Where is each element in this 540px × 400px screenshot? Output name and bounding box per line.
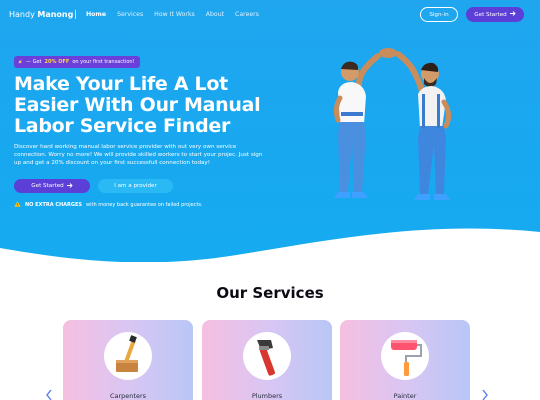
promo-prefix: — Get [26, 59, 42, 65]
carousel-prev-button[interactable] [44, 388, 54, 400]
nav-link-how-it-works[interactable]: How It Works [154, 11, 195, 18]
promo-badge: — Get 20% OFF on your first transaction! [14, 56, 140, 68]
hero-section: Handy Manong Home Services How It Works … [0, 0, 540, 262]
service-card-label: Carpenters [109, 392, 147, 400]
nav-links: Home Services How It Works About Careers [86, 11, 259, 18]
hammer-mallet-icon [116, 335, 138, 372]
brand-logo[interactable]: Handy Manong [9, 10, 73, 19]
top-navbar: Handy Manong Home Services How It Works … [0, 0, 540, 30]
hero-get-started-label: Get Started [31, 183, 64, 189]
guarantee-notice: NO EXTRA CHARGES with money back guarant… [14, 201, 203, 209]
carousel-next-button[interactable] [480, 388, 490, 400]
service-card-painter[interactable]: Painter [340, 320, 470, 400]
arrow-right-icon [66, 182, 73, 190]
nav-link-home[interactable]: Home [86, 11, 106, 18]
service-icon-circle [104, 332, 152, 380]
hero-wave-divider [0, 228, 540, 262]
warning-icon [14, 201, 21, 209]
workers-high-five-illustration [333, 48, 452, 200]
nav-get-started-button[interactable]: Get Started [466, 7, 524, 22]
party-icon [18, 59, 23, 66]
service-card-label: Painter [393, 392, 417, 400]
signin-label: Sign-in [429, 11, 449, 18]
service-card-carpenters[interactable]: Carpenters [63, 320, 193, 400]
service-card-plumbers[interactable]: Plumbers [202, 320, 332, 400]
service-icon-circle [243, 332, 291, 380]
hero-get-started-button[interactable]: Get Started [14, 179, 90, 193]
chevron-right-icon [482, 389, 488, 400]
signin-button[interactable]: Sign-in [420, 7, 458, 22]
arrow-right-icon [509, 11, 516, 18]
services-heading: Our Services [216, 284, 324, 302]
nav-divider [75, 10, 76, 19]
nav-link-careers[interactable]: Careers [235, 11, 259, 18]
logo-text-light: Handy [9, 10, 35, 19]
nav-link-services[interactable]: Services [117, 11, 143, 18]
chevron-left-icon [46, 389, 52, 400]
left-worker-figure [333, 53, 381, 198]
promo-highlight: 20% OFF [44, 59, 70, 65]
promo-suffix: on your first transaction! [72, 59, 135, 65]
service-card-label: Plumbers [251, 392, 283, 400]
hero-headline: Make Your Life A Lot Easier With Our Man… [14, 73, 261, 137]
right-worker-figure [395, 51, 452, 200]
notice-bold: NO EXTRA CHARGES [25, 202, 83, 208]
logo-text-bold: Manong [37, 10, 74, 19]
nav-link-about[interactable]: About [206, 11, 224, 18]
provider-label: I am a provider [114, 183, 157, 189]
paint-roller-icon [391, 340, 422, 376]
nav-get-started-label: Get Started [474, 11, 507, 18]
pipe-wrench-icon [257, 340, 275, 376]
provider-button[interactable]: I am a provider [98, 179, 173, 193]
service-icon-circle [381, 332, 429, 380]
notice-text: with money back guarantee on failed proj… [86, 202, 203, 208]
hero-description: Discover hard working manual labor servi… [14, 144, 263, 166]
